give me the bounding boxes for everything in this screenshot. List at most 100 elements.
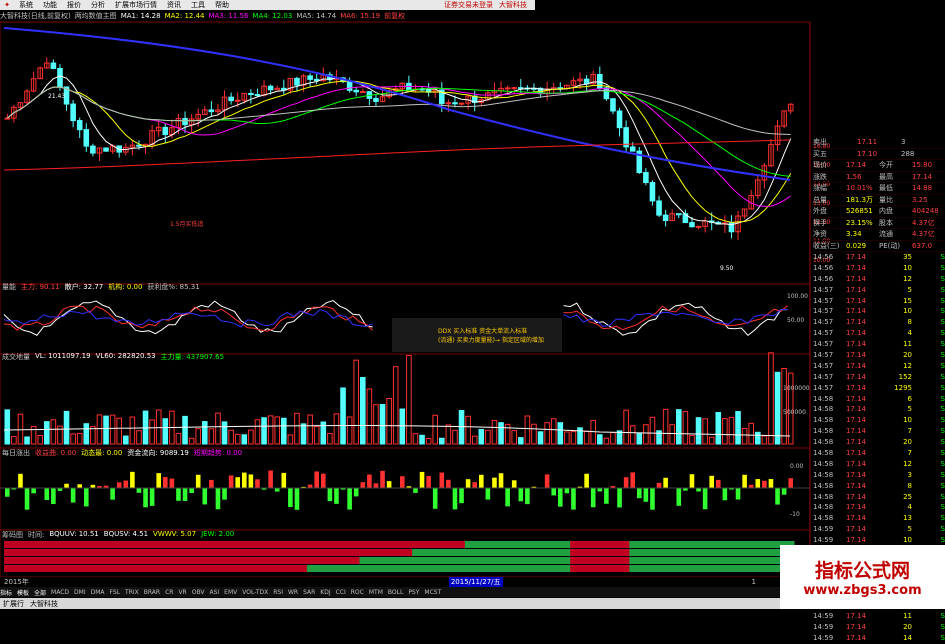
tick-cell: 20 (879, 622, 912, 633)
tick-cell: 17.14 (846, 372, 879, 383)
panel4-axis-label: 0.00 (790, 463, 804, 470)
indicator-tab[interactable]: ROC (351, 589, 364, 596)
candle-body (644, 173, 649, 183)
volume-bar (183, 416, 188, 444)
volume-bar (551, 419, 556, 444)
ribbon-cell (504, 549, 511, 556)
tick-cell: S (912, 317, 945, 328)
histogram-bar (466, 479, 471, 488)
ribbon-cell (313, 565, 320, 572)
volume-bar (591, 420, 596, 444)
ribbon-cell (761, 541, 768, 548)
indicator-tab[interactable]: DMA (91, 589, 105, 596)
indicator-tab[interactable]: 全部 (34, 588, 46, 597)
ribbon-cell (458, 549, 465, 556)
indicator-tab[interactable]: CR (165, 589, 173, 596)
indicator-tab[interactable]: PSY (408, 589, 419, 596)
indicator-tab[interactable]: DMI (74, 589, 86, 596)
ribbon-cell (761, 549, 768, 556)
histogram-bar (472, 482, 477, 488)
quote-cell: 10.01% (846, 183, 879, 194)
quote-cell: 17.14 (846, 160, 879, 171)
volume-bar (716, 412, 721, 444)
tick-row: 14:5717.1411S (813, 339, 945, 350)
ribbon-cell (221, 565, 228, 572)
ribbon-cell (465, 549, 472, 556)
ribbon-cell (333, 565, 340, 572)
ribbon-cell (4, 549, 11, 556)
indicator-tab[interactable]: MACD (51, 589, 69, 596)
ribbon-cell (175, 541, 182, 548)
histogram-bar (170, 479, 175, 488)
candle-body (183, 119, 188, 125)
volume-bar (499, 423, 504, 444)
tick-cell: S (912, 361, 945, 372)
histogram-bar (183, 488, 188, 501)
indicator-tab[interactable]: MCST (424, 589, 441, 596)
indicator-tab[interactable]: VOL-TDX (242, 589, 268, 596)
volume-bar (565, 432, 570, 444)
indicator-tab[interactable]: MTM (369, 589, 383, 596)
indicator-tab[interactable]: WR (288, 589, 298, 596)
status-left: 扩展行 (3, 599, 24, 609)
ribbon-cell (676, 541, 683, 548)
indicator-tab[interactable]: FSL (110, 589, 121, 596)
ribbon-cell (616, 565, 623, 572)
ribbon-cell (445, 549, 452, 556)
ribbon-cell (570, 541, 577, 548)
indicator-tab[interactable]: RSI (273, 589, 283, 596)
volume-bar (440, 438, 445, 444)
ribbon-cell (643, 557, 650, 564)
indicator-tab[interactable]: EMV (224, 589, 237, 596)
ribbon-cell (399, 549, 406, 556)
histogram-bar (486, 488, 491, 500)
indicator-tab[interactable]: BOLL (388, 589, 403, 596)
indicator-tab[interactable]: ASI (209, 589, 219, 596)
ribbon-cell (287, 565, 294, 572)
ribbon-cell (313, 541, 320, 548)
tick-cell: 14:58 (813, 426, 846, 437)
ribbon-cell (452, 565, 459, 572)
ribbon-cell (76, 541, 83, 548)
panel3-name: 成交地量 (2, 352, 30, 362)
indicator-tab[interactable]: OBV (192, 589, 205, 596)
ribbon-cell (722, 541, 729, 548)
volume-bar (426, 439, 431, 444)
indicator-tab[interactable]: 指标 (0, 588, 12, 597)
ribbon-cell (281, 565, 288, 572)
histogram-bar (156, 473, 161, 488)
ribbon-cell (557, 557, 564, 564)
quote-cell: 3.34 (846, 229, 879, 240)
ribbon-cell (761, 557, 768, 564)
indicator-tab[interactable]: TRIX (125, 589, 139, 596)
quote-row: 卖出17.113 (813, 137, 945, 149)
indicator-tab[interactable]: 模板 (17, 588, 29, 597)
candle-body (584, 79, 589, 84)
ribbon-cell (346, 541, 353, 548)
indicator-tab[interactable]: BRAR (144, 589, 160, 596)
indicator-tab[interactable]: SAR (303, 589, 315, 596)
volume-bar (703, 419, 708, 444)
volume-bar (749, 423, 754, 444)
ribbon-cell (17, 565, 24, 572)
ribbon-cell (83, 549, 90, 556)
ribbon-cell (340, 557, 347, 564)
ribbon-cell (379, 549, 386, 556)
volume-bar (492, 420, 497, 444)
candle-body (235, 100, 240, 101)
quote-row: 换手23.15%股本4.37亿 (813, 218, 945, 230)
indicator-tab[interactable]: VR (178, 589, 186, 596)
ribbon-cell (221, 557, 228, 564)
ribbon-cell (149, 565, 156, 572)
volume-bar (393, 367, 398, 444)
ribbon-cell (261, 549, 268, 556)
ribbon-cell (439, 541, 446, 548)
volume-bar (295, 413, 300, 444)
volume-bar (249, 430, 254, 444)
tick-cell: 6 (879, 394, 912, 405)
indicator-tab[interactable]: KDJ (320, 589, 330, 596)
ribbon-cell (366, 565, 373, 572)
ribbon-cell (597, 541, 604, 548)
indicator-tab[interactable]: CCI (336, 589, 346, 596)
volume-bar (762, 436, 767, 444)
